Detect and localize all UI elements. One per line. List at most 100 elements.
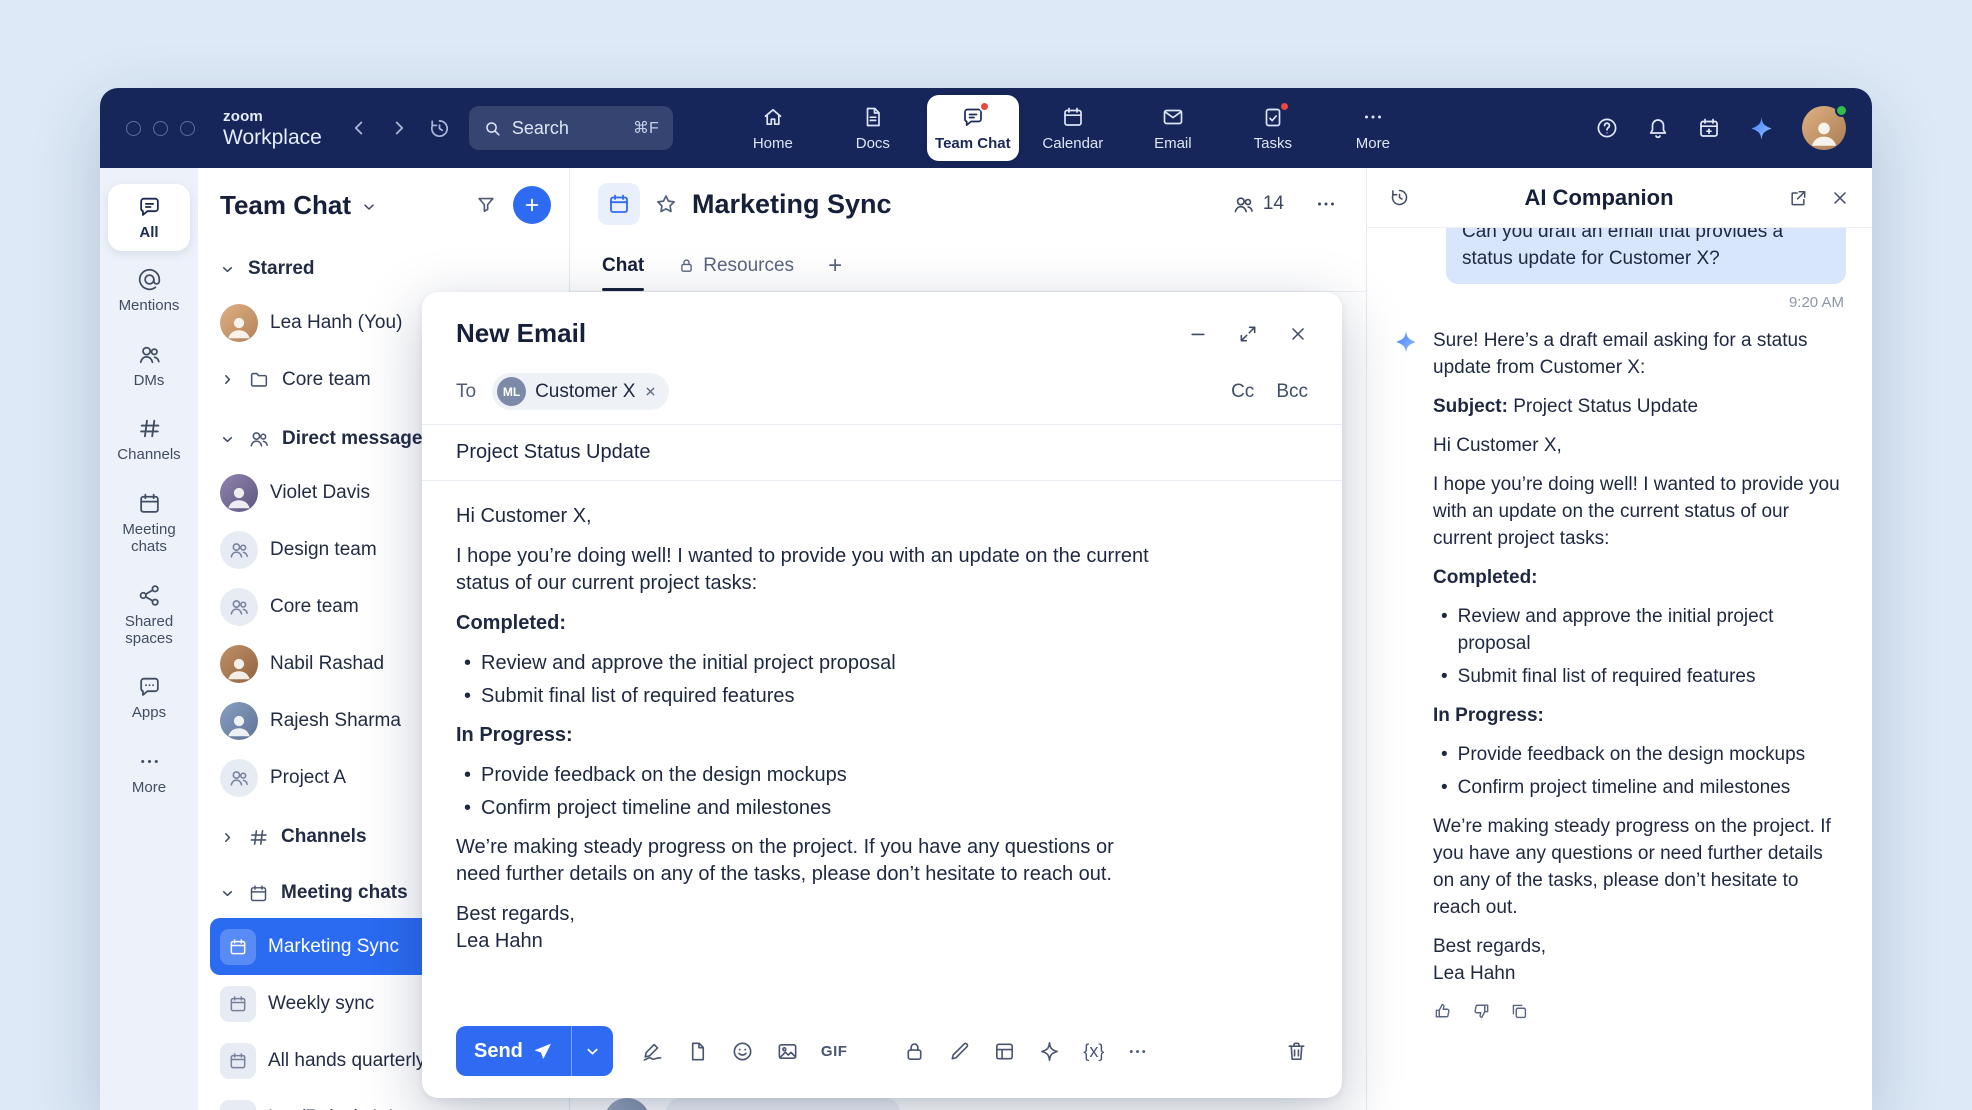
chat-more-options-button[interactable] [1314,192,1338,216]
search-icon [483,119,502,138]
gif-button[interactable]: GIF [821,1043,848,1060]
subject-input[interactable]: Project Status Update [422,425,1342,481]
open-in-new-window-icon[interactable] [1788,188,1808,208]
attach-file-icon[interactable] [686,1040,709,1063]
remove-recipient-icon[interactable] [644,385,657,398]
tab-chat[interactable]: Chat [602,240,644,291]
message-avatar [604,1098,650,1110]
message-bubble: Great discussion team! [666,1098,900,1110]
people-icon [248,428,270,450]
user-avatar[interactable] [1802,106,1846,150]
chevron-down-icon[interactable] [361,199,377,215]
ai-response-signoff: Best regards,Lea Hahn [1433,933,1846,987]
new-chat-button[interactable] [513,186,551,224]
ai-completed-list: Review and approve the initial project p… [1433,603,1846,690]
rail-item-all[interactable]: All [108,184,190,251]
meeting-chat-badge-icon [598,183,640,225]
ai-history-icon[interactable] [1389,187,1410,208]
rail-item-apps[interactable]: Apps [108,668,190,728]
thumbs-down-icon[interactable] [1471,1001,1491,1021]
more-options-icon[interactable] [1126,1040,1149,1063]
star-favorite-icon[interactable] [654,192,678,216]
close-icon[interactable] [1288,324,1308,344]
email-completed-label: Completed: [456,610,1156,637]
rail-item-channels[interactable]: Channels [108,410,190,470]
window-zoom-button[interactable] [180,121,195,136]
window-minimize-button[interactable] [153,121,168,136]
section-starred[interactable]: Starred [210,244,559,294]
rail-item-mentions[interactable]: Mentions [108,261,190,321]
back-button[interactable] [348,117,370,139]
thumbs-up-icon[interactable] [1433,1001,1453,1021]
ai-sparkle-icon [1393,329,1419,1021]
minimize-icon[interactable] [1188,324,1208,344]
nav-tasks[interactable]: Tasks [1227,88,1319,168]
nav-team-chat[interactable]: Team Chat [927,95,1019,161]
lock-icon[interactable] [903,1040,926,1063]
nav-email[interactable]: Email [1127,88,1219,168]
window-controls [126,121,195,136]
docs-icon [861,105,885,129]
email-in-progress-label: In Progress: [456,722,1156,749]
presence-available-dot [1835,104,1848,117]
calendar-icon [248,883,269,904]
nav-more[interactable]: More [1327,88,1419,168]
search-input[interactable]: Search ⌘F [469,106,673,150]
email-closing: We’re making steady progress on the proj… [456,834,1156,888]
tasks-icon [1261,105,1285,129]
avatar [220,474,258,512]
help-button[interactable] [1595,116,1619,140]
tab-resources[interactable]: Resources [678,255,794,277]
caret-down-icon [220,432,236,447]
search-shortcut: ⌘F [633,118,659,138]
rail-item-more[interactable]: More [108,743,190,803]
variables-button[interactable]: {x} [1083,1041,1104,1062]
insert-image-icon[interactable] [776,1040,799,1063]
ai-panel-close-icon[interactable] [1830,188,1850,208]
rail-item-meeting-chats[interactable]: Meeting chats [108,485,190,562]
send-button[interactable]: Send [456,1026,571,1076]
ai-companion-panel: AI Companion Can you draft an email that… [1366,168,1872,1110]
team-chat-notification-dot [979,101,990,112]
avatar [220,702,258,740]
recipient-chip[interactable]: ML Customer X [492,373,669,410]
nav-calendar[interactable]: Calendar [1027,88,1119,168]
nav-docs[interactable]: Docs [827,88,919,168]
ai-response-closing: We’re making steady progress on the proj… [1433,813,1846,921]
email-signoff: Best regards,Lea Hahn [456,901,1156,955]
schedule-calendar-button[interactable] [1697,116,1721,140]
recipient-avatar: ML [497,377,526,406]
nav-home[interactable]: Home [727,88,819,168]
chat-message: Great discussion team! [604,1098,900,1110]
email-in-progress-list: Provide feedback on the design mockups C… [456,762,1308,822]
ai-companion-sparkle-button[interactable] [1748,115,1775,142]
notifications-bell-button[interactable] [1646,116,1670,140]
rail-item-shared-spaces[interactable]: Shared spaces [108,577,190,654]
send-options-button[interactable] [571,1026,613,1076]
to-label: To [456,381,476,403]
bcc-button[interactable]: Bcc [1276,381,1308,403]
list-item: Provide feedback on the design mockups [464,762,1308,789]
member-count[interactable]: 14 [1232,193,1284,216]
window-close-button[interactable] [126,121,141,136]
trash-icon[interactable] [1285,1040,1308,1063]
forward-button[interactable] [388,117,410,139]
list-item: Review and approve the initial project p… [464,650,1308,677]
filter-icon[interactable] [475,194,497,216]
add-tab-button[interactable]: + [828,252,842,280]
email-body-editor[interactable]: Hi Customer X, I hope you’re doing well!… [422,481,1342,1012]
team-chat-icon [961,105,985,129]
cc-button[interactable]: Cc [1231,381,1254,403]
rail-item-dms[interactable]: DMs [108,336,190,396]
copy-icon[interactable] [1509,1001,1529,1021]
list-item: Review and approve the initial project p… [1441,603,1846,657]
signature-icon[interactable] [641,1040,664,1063]
panel-title: Team Chat [220,190,351,221]
emoji-icon[interactable] [731,1040,754,1063]
expand-icon[interactable] [1238,324,1258,344]
list-item: Provide feedback on the design mockups [1441,741,1846,768]
history-button[interactable] [428,117,451,140]
template-layout-icon[interactable] [993,1040,1016,1063]
pencil-edit-icon[interactable] [948,1040,971,1063]
ai-compose-sparkle-icon[interactable] [1038,1040,1061,1063]
